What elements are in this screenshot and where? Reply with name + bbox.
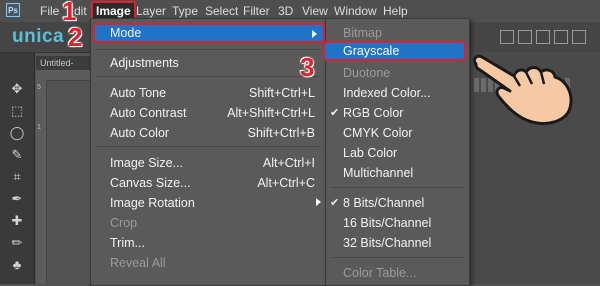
trim-label: Trim... [110, 236, 145, 250]
photoshop-logo: Ps [6, 3, 20, 17]
submenu-32-bits[interactable]: 32 Bits/Channel [326, 233, 469, 253]
rgb-color-label: RGB Color [343, 106, 404, 120]
step-number-2: 2 [68, 22, 83, 52]
checkmark-icon: ✔ [330, 107, 340, 119]
lab-color-label: Lab Color [343, 146, 398, 160]
submenu-8-bits[interactable]: ✔ 8 Bits/Channel [326, 193, 469, 213]
align-icon[interactable] [500, 30, 514, 44]
ruler-vertical [36, 80, 47, 284]
step-number-3: 3 [300, 52, 315, 82]
canvas-size-shortcut: Alt+Ctrl+C [257, 176, 315, 190]
image-size-shortcut: Alt+Ctrl+I [262, 156, 315, 170]
quick-select-icon[interactable]: ✎ [9, 147, 25, 163]
stamp-icon[interactable]: ♣ [9, 257, 25, 273]
move-icon[interactable]: ✥ [9, 81, 25, 97]
reveal-all-label: Reveal All [110, 256, 166, 270]
ruler-label: 5 [37, 84, 41, 91]
separator [97, 146, 321, 147]
document-tab[interactable]: Untitled- [36, 56, 96, 70]
auto-color-shortcut: Shift+Ctrl+B [247, 126, 315, 140]
distribute-icon[interactable] [536, 30, 550, 44]
separator [97, 76, 321, 77]
mode-submenu: Bitmap Grayscale Duotone Indexed Color..… [323, 18, 470, 286]
bits-16-label: 16 Bits/Channel [343, 216, 432, 230]
bits-32-label: 32 Bits/Channel [343, 236, 432, 250]
hand-pointer-icon [472, 54, 573, 125]
watermark-logo: unica [12, 26, 65, 47]
menu-adjustments[interactable]: Adjustments [91, 53, 327, 73]
submenu-indexed-color[interactable]: Indexed Color... [326, 83, 469, 103]
submenu-bitmap: Bitmap [326, 23, 469, 43]
auto-tone-label: Auto Tone [110, 86, 167, 100]
submenu-duotone: Duotone [326, 63, 469, 83]
image-menu-dropdown: Mode Adjustments Auto Tone Shift+Ctrl+L … [90, 18, 328, 286]
brush-icon[interactable]: ✏ [9, 235, 25, 251]
menu-auto-contrast[interactable]: Auto Contrast Alt+Shift+Ctrl+L [91, 103, 327, 123]
tools-panel: ✥ ⬚ ◯ ✎ ⌗ ✒ ✚ ✏ ♣ [0, 53, 35, 284]
align-icon[interactable] [518, 30, 532, 44]
submenu-16-bits[interactable]: 16 Bits/Channel [326, 213, 469, 233]
submenu-lab-color[interactable]: Lab Color [326, 143, 469, 163]
marquee-icon[interactable]: ⬚ [9, 103, 25, 119]
ruler-label: 1 [37, 124, 41, 131]
multichannel-label: Multichannel [343, 166, 414, 180]
bits-8-label: 8 Bits/Channel [343, 196, 425, 210]
separator [332, 257, 463, 258]
crop-icon[interactable]: ⌗ [9, 169, 25, 185]
distribute-icon[interactable] [572, 30, 586, 44]
canvas-size-label: Canvas Size... [110, 176, 191, 190]
auto-contrast-shortcut: Alt+Shift+Ctrl+L [227, 106, 315, 120]
menu-canvas-size[interactable]: Canvas Size... Alt+Ctrl+C [91, 173, 327, 193]
submenu-arrow-icon [312, 30, 317, 38]
crop-label: Crop [110, 216, 138, 230]
submenu-cmyk-color[interactable]: CMYK Color [326, 123, 469, 143]
submenu-color-table: Color Table... [326, 263, 469, 283]
adjustments-label: Adjustments [110, 56, 179, 70]
submenu-arrow-icon [316, 198, 321, 206]
duotone-label: Duotone [343, 66, 391, 80]
auto-tone-shortcut: Shift+Ctrl+L [248, 86, 315, 100]
indexed-color-label: Indexed Color... [343, 86, 431, 100]
menu-image-rotation[interactable]: Image Rotation [91, 193, 327, 213]
menu-mode[interactable]: Mode [93, 23, 325, 43]
distribute-icon[interactable] [554, 30, 568, 44]
image-size-label: Image Size... [110, 156, 183, 170]
image-rotation-label: Image Rotation [110, 196, 195, 210]
lasso-icon[interactable]: ◯ [9, 125, 25, 141]
grayscale-label: Grayscale [343, 44, 400, 58]
menu-trim[interactable]: Trim... [91, 233, 327, 253]
healing-icon[interactable]: ✚ [9, 213, 25, 229]
menu-auto-color[interactable]: Auto Color Shift+Ctrl+B [91, 123, 327, 143]
menu-file[interactable]: File [40, 0, 59, 22]
cmyk-color-label: CMYK Color [343, 126, 413, 140]
mode-label: Mode [110, 26, 142, 40]
menu-crop: Crop [91, 213, 327, 233]
auto-color-label: Auto Color [110, 126, 170, 140]
menu-reveal-all: Reveal All [91, 253, 327, 273]
submenu-multichannel[interactable]: Multichannel [326, 163, 469, 183]
auto-contrast-label: Auto Contrast [110, 106, 187, 120]
color-table-label: Color Table... [343, 266, 417, 280]
eyedropper-icon[interactable]: ✒ [9, 191, 25, 207]
menu-auto-tone[interactable]: Auto Tone Shift+Ctrl+L [91, 83, 327, 103]
bitmap-label: Bitmap [343, 26, 382, 40]
submenu-grayscale[interactable]: Grayscale [323, 41, 466, 61]
menu-image-size[interactable]: Image Size... Alt+Ctrl+I [91, 153, 327, 173]
checkmark-icon: ✔ [330, 197, 340, 209]
submenu-rgb-color[interactable]: ✔ RGB Color [326, 103, 469, 123]
separator [97, 49, 321, 50]
separator [332, 187, 463, 188]
